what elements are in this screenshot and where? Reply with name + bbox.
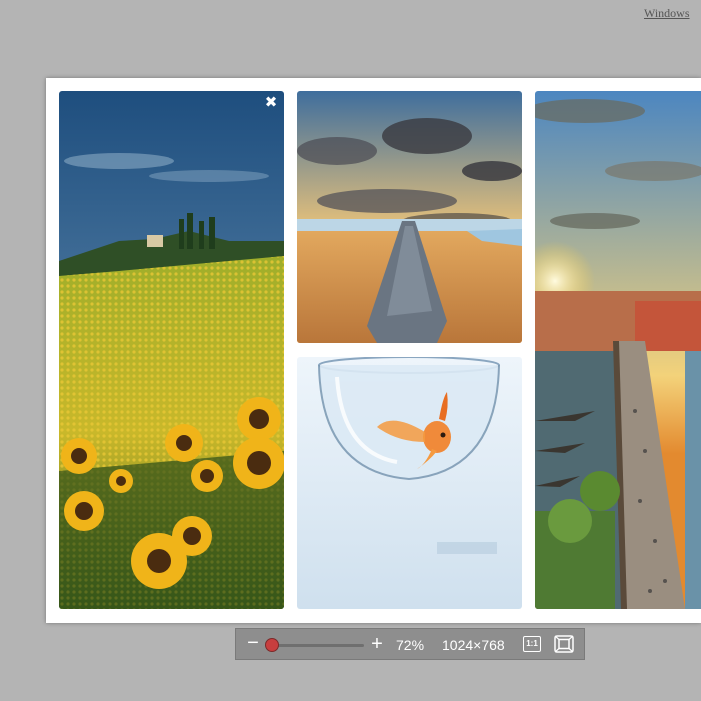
windows-watermark-text: Windows bbox=[644, 6, 690, 20]
sunflower-field-picture bbox=[59, 91, 284, 609]
zoom-slider-track[interactable] bbox=[268, 644, 364, 647]
zoom-slider-thumb[interactable] bbox=[265, 638, 279, 652]
actual-size-icon[interactable]: 1:1 bbox=[523, 636, 541, 652]
image-beach-sunset[interactable] bbox=[297, 91, 522, 343]
zoom-level-text: 72% bbox=[396, 637, 425, 653]
city-bridge-picture bbox=[535, 91, 701, 609]
image-resolution-text: 1024×768 bbox=[442, 637, 505, 653]
fit-window-icon[interactable] bbox=[554, 635, 574, 653]
zoom-out-button[interactable]: − bbox=[246, 633, 260, 655]
zoom-in-button[interactable]: + bbox=[370, 633, 384, 655]
image-goldfish-bowl[interactable] bbox=[297, 357, 522, 609]
viewer-toolbar: − + 72% 1024×768 1:1 bbox=[235, 628, 585, 660]
image-city-bridge[interactable] bbox=[535, 91, 701, 609]
goldfish-bowl-picture bbox=[297, 357, 522, 609]
beach-sunset-picture bbox=[297, 91, 522, 343]
close-icon[interactable]: ✖ bbox=[264, 94, 278, 110]
image-sunflower-field[interactable]: ✖ bbox=[59, 91, 284, 609]
image-canvas: ✖ bbox=[46, 78, 701, 623]
